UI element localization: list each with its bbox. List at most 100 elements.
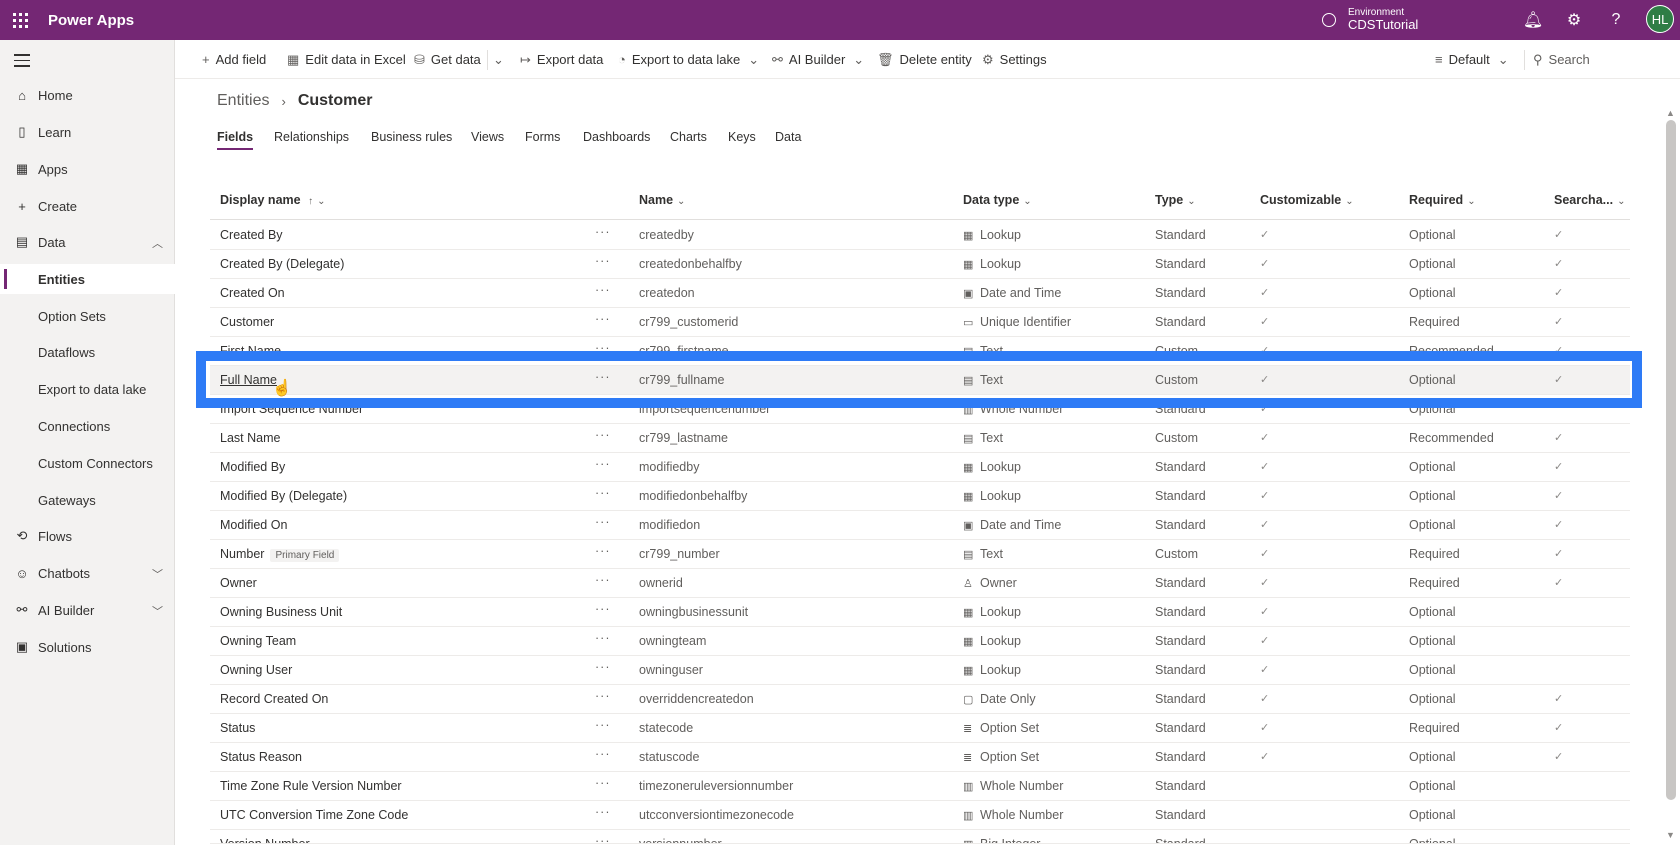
chevron-down-icon[interactable]: ﹀ [152,603,163,619]
field-display-name-text[interactable]: Last Name [220,431,280,445]
field-display-name-text[interactable]: Modified By [220,460,285,474]
table-row[interactable]: Owning Business Unit ··· owningbusinessuni… [210,598,1630,627]
field-display-name[interactable]: Created On [220,286,285,300]
field-display-name[interactable]: Status [220,721,255,735]
field-display-name[interactable]: Owning Business Unit [220,605,342,619]
more-options-icon[interactable]: ··· [595,805,611,819]
sidebar-item-solutions[interactable]: ▣ Solutions [0,632,175,662]
field-display-name[interactable]: Created By [220,228,283,242]
field-display-name[interactable]: Owning User [220,663,292,677]
field-display-name-text[interactable]: Version Number [220,837,310,843]
field-display-name-text[interactable]: Time Zone Rule Version Number [220,779,402,793]
more-options-icon[interactable]: ··· [595,283,611,297]
table-row[interactable]: Status ··· statecode ≣ Option Set Standard ✓ Re… [210,714,1630,743]
field-display-name-text[interactable]: Customer [220,315,274,329]
field-display-name-text[interactable]: Modified On [220,518,287,532]
field-display-name-text[interactable]: Owner [220,576,257,590]
sidebar-item-export-to-data-lake[interactable]: Export to data lake [0,374,175,404]
environment-picker[interactable]: Environment CDSTutorial [1322,0,1418,40]
field-display-name-text[interactable]: Status [220,721,255,735]
table-row[interactable]: Record Created On ··· overriddencreatedon ▢… [210,685,1630,714]
more-options-icon[interactable]: ··· [595,254,611,268]
sidebar-item-flows[interactable]: ⟲ Flows [0,521,175,551]
table-row[interactable]: Owning Team ··· owningteam ▦ Lookup Standard ✓… [210,627,1630,656]
tab-data[interactable]: Data [775,130,801,144]
more-options-icon[interactable]: ··· [595,573,611,587]
sidebar-item-connections[interactable]: Connections [0,411,175,441]
tab-business-rules[interactable]: Business rules [371,130,452,144]
column-header-display-name[interactable]: Display name ↑ ⌄ [220,193,325,207]
field-display-name[interactable]: UTC Conversion Time Zone Code [220,808,408,822]
hamburger-icon[interactable] [14,54,30,71]
breadcrumb-entities[interactable]: Entities [217,92,269,110]
field-display-name[interactable]: Owner [220,576,257,590]
table-row[interactable]: Created By ··· createdby ▦ Lookup Standard ✓ Op… [210,221,1630,250]
get-data-button[interactable]: ⛁ Get data [414,40,481,79]
field-display-name-text[interactable]: UTC Conversion Time Zone Code [220,808,408,822]
table-row[interactable]: Owning User ··· owninguser ▦ Lookup Standard ✓… [210,656,1630,685]
sidebar-item-learn[interactable]: ▯ Learn [0,117,175,147]
field-display-name[interactable]: Customer [220,315,274,329]
field-display-name[interactable]: Last Name [220,431,280,445]
more-options-icon[interactable]: ··· [595,747,611,761]
avatar[interactable]: HL [1646,5,1674,33]
table-row[interactable]: Version Number ··· versionnumber ▥ Big Integ… [210,830,1630,844]
field-display-name[interactable]: Time Zone Rule Version Number [220,779,402,793]
field-display-name-text[interactable]: Created By (Delegate) [220,257,344,271]
more-options-icon[interactable]: ··· [595,312,611,326]
chevron-up-icon[interactable]: ︿ [152,235,163,251]
field-display-name-text[interactable]: Created By [220,228,283,242]
column-header-type[interactable]: Type ⌄ [1155,193,1196,207]
field-display-name[interactable]: Created By (Delegate) [220,257,344,271]
field-display-name[interactable]: Status Reason [220,750,302,764]
edit-excel-button[interactable]: ▦ Edit data in Excel [287,40,406,79]
field-display-name-text[interactable]: Created On [220,286,285,300]
column-header-name[interactable]: Name ⌄ [639,193,685,207]
settings-button[interactable]: ⚙ Settings [982,40,1047,79]
scroll-up-icon[interactable]: ▲ [1666,108,1675,118]
app-title[interactable]: Power Apps [48,12,134,29]
table-row[interactable]: Created By (Delegate) ··· createdonbehalfb… [210,250,1630,279]
get-data-chevron-icon[interactable]: ⌄ [493,40,504,79]
more-options-icon[interactable]: ··· [595,631,611,645]
table-row[interactable]: Owner ··· ownerid ♙ Owner Standard ✓ Required ✓ [210,569,1630,598]
field-display-name[interactable]: Record Created On [220,692,328,706]
field-display-name-text[interactable]: Number [220,547,264,561]
export-data-button[interactable]: ↦ Export data [520,40,603,79]
chevron-down-icon[interactable]: ﹀ [152,566,163,582]
table-row[interactable]: Time Zone Rule Version Number ··· timezone… [210,772,1630,801]
view-selector[interactable]: ≡ Default ⌄ [1435,40,1509,79]
delete-entity-button[interactable]: 🗑︎ Delete entity [877,40,972,79]
table-row[interactable]: Customer ··· cr799_customerid ▭ Unique Ident… [210,308,1630,337]
tab-charts[interactable]: Charts [670,130,707,144]
field-display-name-text[interactable]: Owning Team [220,634,296,648]
sidebar-item-ai-builder[interactable]: ⚯ AI Builder ﹀ [0,595,175,625]
field-display-name[interactable]: Owning Team [220,634,296,648]
field-display-name[interactable]: Modified By (Delegate) [220,489,347,503]
table-row[interactable]: Modified On ··· modifiedon ▣ Date and Time St… [210,511,1630,540]
field-display-name[interactable]: Number Primary Field [220,547,340,562]
bell-icon[interactable]: 🔔︎ [1523,10,1543,30]
sidebar-item-data[interactable]: ▤ Data ︿ [0,227,175,257]
more-options-icon[interactable]: ··· [595,776,611,790]
sidebar-item-chatbots[interactable]: ☺ Chatbots ﹀ [0,558,175,588]
more-options-icon[interactable]: ··· [595,486,611,500]
table-row[interactable]: Last Name ··· cr799_lastname ▤ Text Custom ✓ Re… [210,424,1630,453]
tab-fields[interactable]: Fields [217,130,254,150]
column-header-searchable[interactable]: Searcha... ⌄ [1554,193,1625,207]
sidebar-item-gateways[interactable]: Gateways [0,485,175,515]
more-options-icon[interactable]: ··· [595,225,611,239]
column-header-customizable[interactable]: Customizable ⌄ [1260,193,1354,207]
field-display-name-text[interactable]: Modified By (Delegate) [220,489,347,503]
ai-builder-button[interactable]: ⚯ AI Builder ⌄ [772,40,864,79]
more-options-icon[interactable]: ··· [595,660,611,674]
field-display-name[interactable]: Modified On [220,518,287,532]
export-lake-button[interactable]: ◔ Export to data lake ⌄ [618,40,759,79]
table-row[interactable]: Status Reason ··· statuscode ≣ Option Set Sta… [210,743,1630,772]
help-icon[interactable]: ? [1606,10,1626,30]
sidebar-item-create[interactable]: + Create [0,191,175,221]
tab-forms[interactable]: Forms [525,130,560,144]
more-options-icon[interactable]: ··· [595,689,611,703]
table-row[interactable]: UTC Conversion Time Zone Code ··· utcconve… [210,801,1630,830]
field-display-name-text[interactable]: Record Created On [220,692,328,706]
